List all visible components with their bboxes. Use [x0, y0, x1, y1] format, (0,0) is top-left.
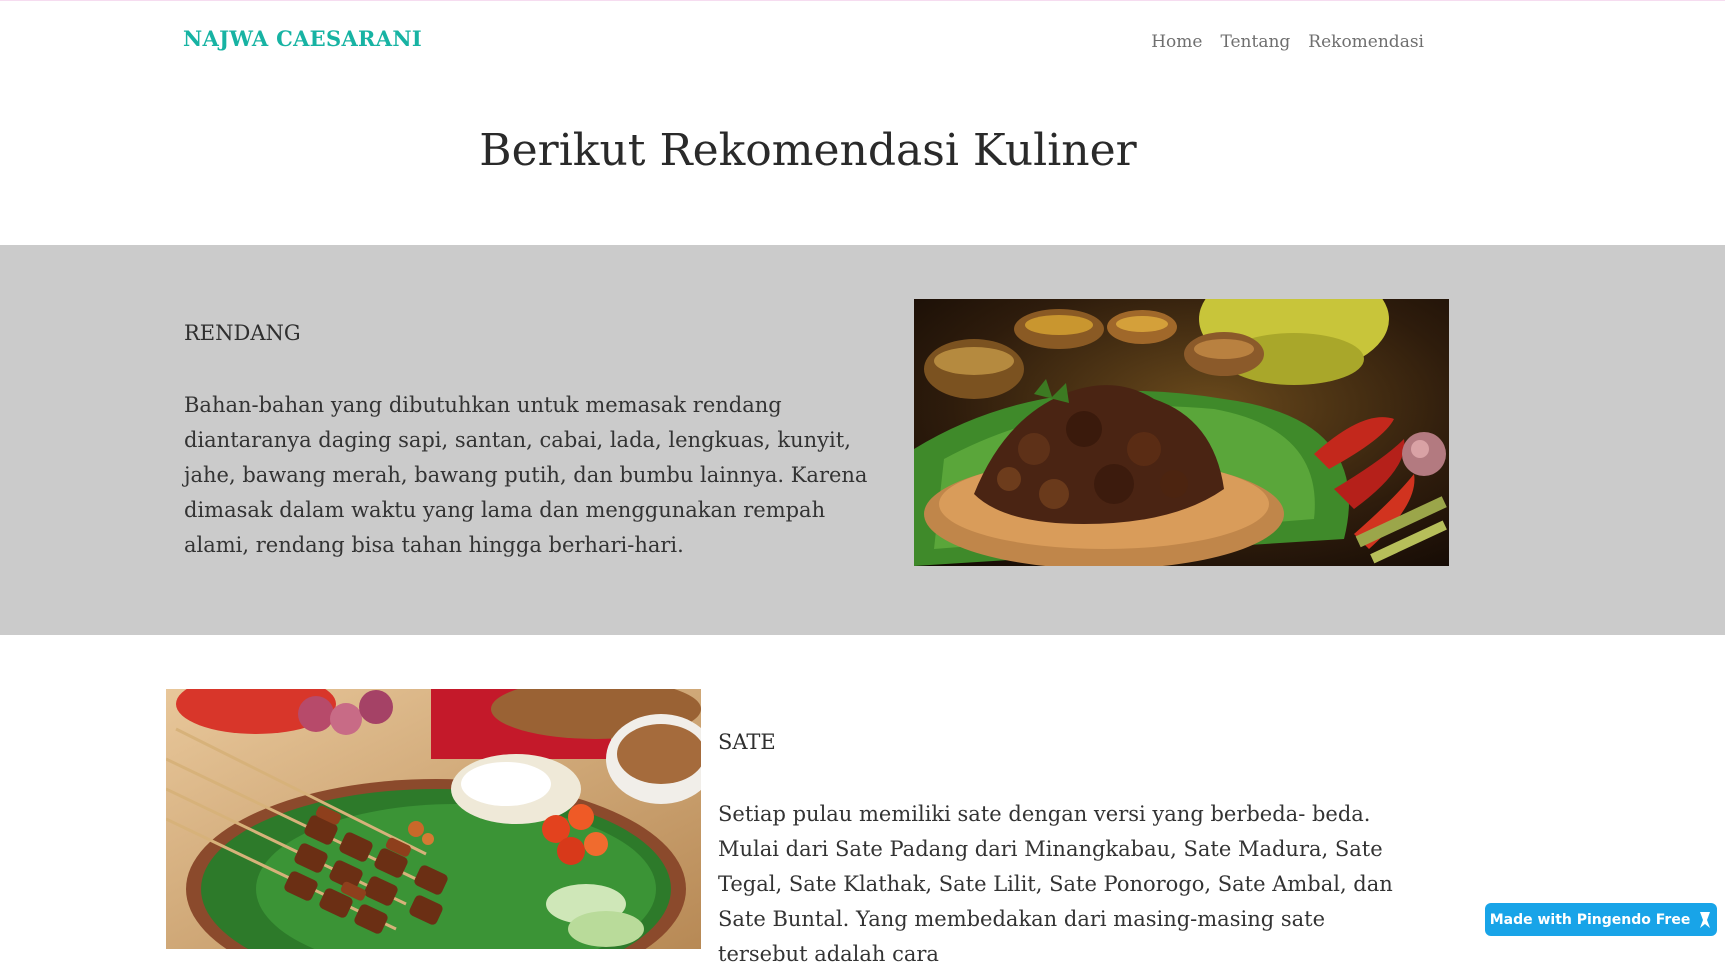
rendang-title: RENDANG	[184, 321, 301, 345]
nav-link-rekomendasi[interactable]: Rekomendasi	[1308, 32, 1424, 52]
top-border-line	[0, 0, 1725, 1]
rendang-description: Bahan-bahan yang dibutuhkan untuk memasa…	[184, 393, 868, 557]
rendang-image	[914, 299, 1449, 566]
brand-logo-link[interactable]: NAJWA CAESARANI	[183, 26, 422, 51]
pingendo-badge-label: Made with Pingendo Free	[1489, 911, 1691, 928]
pingendo-logo-icon	[1698, 911, 1712, 929]
page-title: Berikut Rekomendasi Kuliner	[479, 125, 1137, 176]
sate-image	[166, 689, 701, 949]
sate-title: SATE	[718, 730, 776, 754]
nav-link-tentang[interactable]: Tentang	[1220, 32, 1290, 52]
pingendo-badge-link[interactable]: Made with Pingendo Free	[1485, 903, 1717, 936]
nav-link-home[interactable]: Home	[1151, 32, 1202, 52]
nav-links: Home Tentang Rekomendasi	[1151, 32, 1424, 52]
navbar: NAJWA CAESARANI Home Tentang Rekomendasi	[0, 10, 1725, 76]
